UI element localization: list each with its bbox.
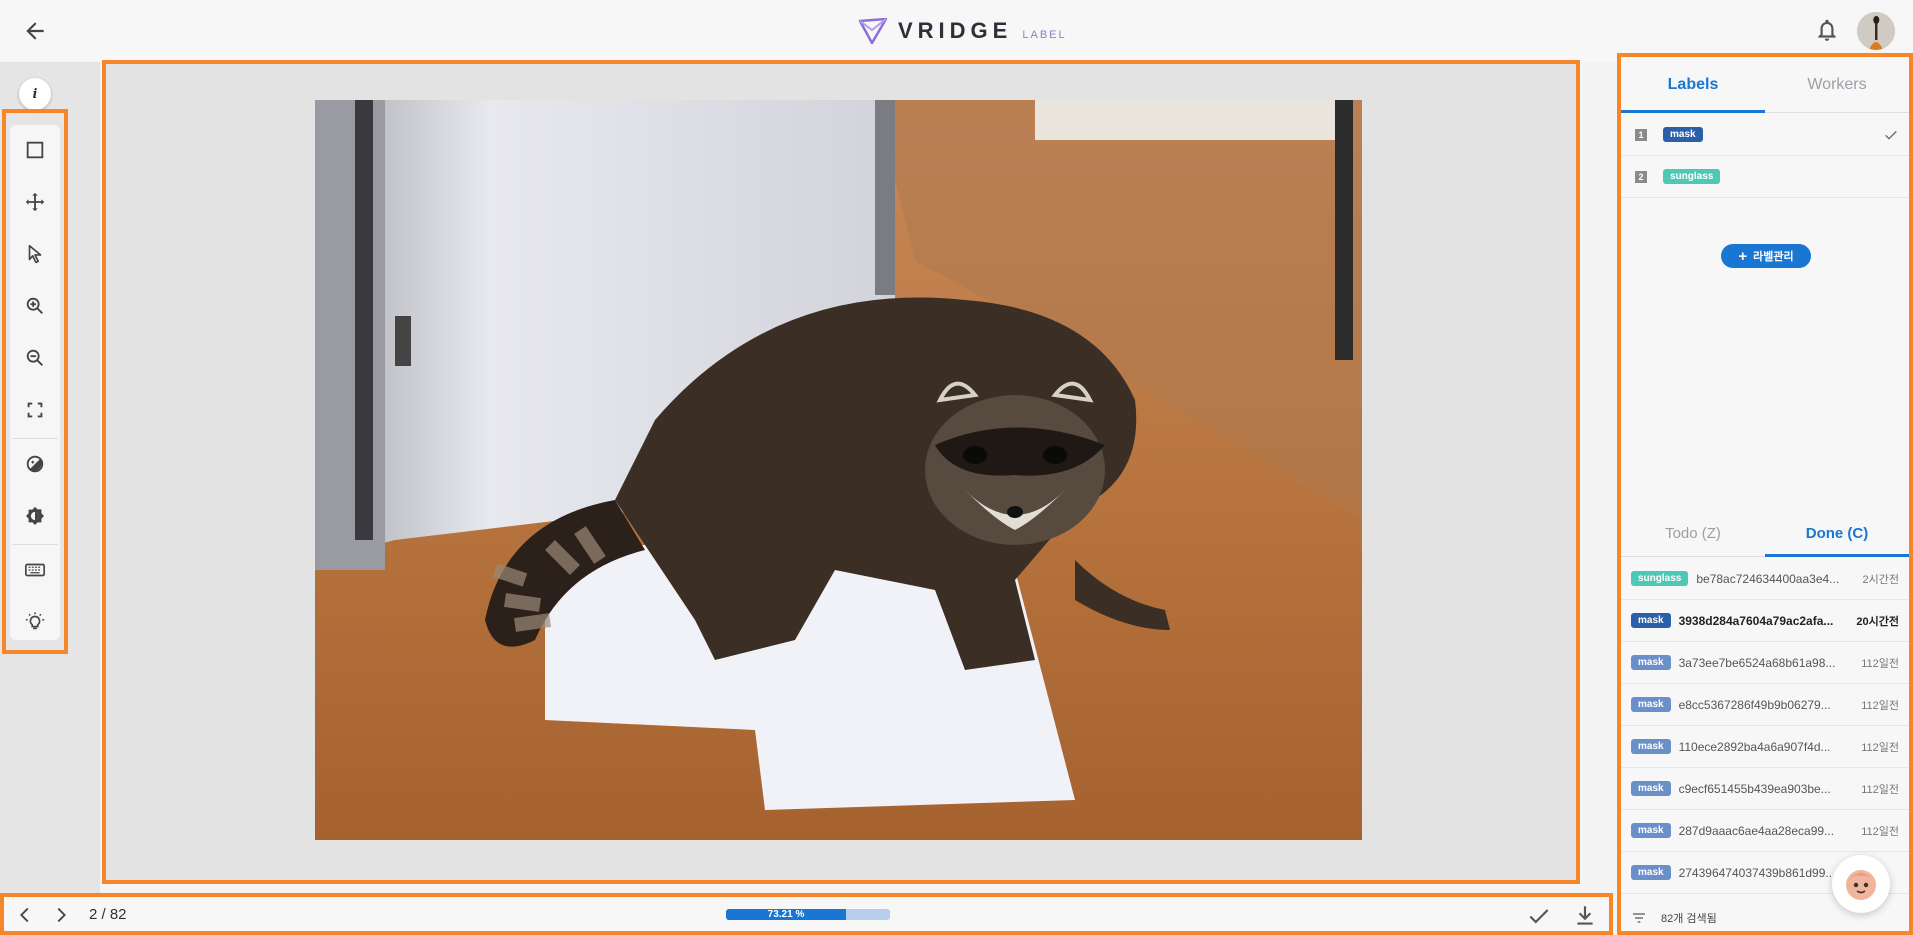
done-list: sunglass be78ac724634400aa3e4... 2시간전 ma… xyxy=(1621,558,1909,894)
avatar-image xyxy=(1857,12,1895,50)
item-time: 112일전 xyxy=(1861,783,1899,796)
chevron-right-icon xyxy=(57,907,66,923)
list-item[interactable]: sunglass be78ac724634400aa3e4... 2시간전 xyxy=(1621,558,1909,600)
list-item[interactable]: mask 3938d284a7604a79ac2afa... 20시간전 xyxy=(1621,600,1909,642)
right-panel: Labels Workers 1 mask 2 sunglass + 라벨관리 … xyxy=(1617,53,1913,935)
filter-icon[interactable] xyxy=(1631,910,1647,926)
contrast-icon xyxy=(26,455,44,473)
tab-todo[interactable]: Todo (Z) xyxy=(1621,511,1765,556)
vridge-logo-icon xyxy=(858,18,888,44)
app-logo: VRIDGE LABEL xyxy=(858,16,1067,46)
item-label-chip: mask xyxy=(1631,739,1671,754)
check-icon xyxy=(1529,909,1549,924)
chat-support-button[interactable] xyxy=(1832,855,1890,913)
list-item[interactable]: mask e8cc5367286f49b9b06279... 112일전 xyxy=(1621,684,1909,726)
zoom-in-tool[interactable] xyxy=(10,281,60,331)
tips-tool[interactable] xyxy=(10,597,60,647)
tool-palette-inner xyxy=(10,125,60,640)
list-item[interactable]: mask 287d9aaac6ae4aa28eca99... 112일전 xyxy=(1621,810,1909,852)
select-tool[interactable] xyxy=(10,229,60,279)
label-row-mask[interactable]: 1 mask xyxy=(1621,114,1909,156)
label-number: 1 xyxy=(1635,128,1647,141)
item-id: e8cc5367286f49b9b06279... xyxy=(1678,697,1831,712)
list-tabs: Todo (Z) Done (C) xyxy=(1621,511,1909,557)
zoom-out-icon xyxy=(26,349,43,366)
label-row-sunglass[interactable]: 2 sunglass xyxy=(1621,156,1909,198)
logo-text: VRIDGE xyxy=(898,18,1013,43)
item-id: c9ecf651455b439ea903be... xyxy=(1678,781,1831,796)
bottom-bar: 2 / 82 73.21 % xyxy=(0,893,1613,935)
arrow-left-icon xyxy=(26,22,44,40)
label-chip: mask xyxy=(1663,127,1703,142)
prev-image-button[interactable] xyxy=(14,904,36,926)
next-image-button[interactable] xyxy=(50,904,72,926)
move-icon xyxy=(25,192,45,212)
fullscreen-icon xyxy=(27,402,43,418)
manage-labels-text: 라벨관리 xyxy=(1753,251,1794,263)
move-tool[interactable] xyxy=(10,177,60,227)
item-time: 112일전 xyxy=(1861,741,1899,754)
item-label-chip: mask xyxy=(1631,781,1671,796)
bell-icon xyxy=(1818,19,1836,41)
download-button[interactable] xyxy=(1572,903,1598,929)
item-id: 287d9aaac6ae4aa28eca99... xyxy=(1678,823,1835,838)
notifications-button[interactable] xyxy=(1814,17,1840,43)
brightness-tool[interactable] xyxy=(10,491,60,541)
item-id: 3a73ee7be6524a68b61a98... xyxy=(1678,655,1836,670)
lightbulb-icon xyxy=(25,612,45,630)
label-chip: sunglass xyxy=(1663,169,1721,184)
list-item[interactable]: mask 110ece2892ba4a6a907f4d... 112일전 xyxy=(1621,726,1909,768)
plus-icon: + xyxy=(1738,247,1748,265)
item-time: 112일전 xyxy=(1861,657,1899,670)
panel-tabs: Labels Workers xyxy=(1621,57,1909,113)
brightness-icon xyxy=(26,506,44,525)
submit-button[interactable] xyxy=(1526,903,1552,929)
item-time: 20시간전 xyxy=(1856,615,1899,628)
back-button[interactable] xyxy=(22,18,48,44)
item-id: be78ac724634400aa3e4... xyxy=(1696,571,1840,586)
tab-labels[interactable]: Labels xyxy=(1621,57,1765,113)
item-id: 110ece2892ba4a6a907f4d... xyxy=(1678,739,1831,754)
annotation-image[interactable] xyxy=(315,100,1362,840)
page-indicator: 2 / 82 xyxy=(89,906,127,923)
cursor-icon xyxy=(28,244,42,264)
item-time: 112일전 xyxy=(1861,825,1899,838)
check-icon xyxy=(1885,130,1897,140)
logo-subtitle: LABEL xyxy=(1022,29,1067,41)
contrast-tool[interactable] xyxy=(10,439,60,489)
list-item[interactable]: mask c9ecf651455b439ea903be... 112일전 xyxy=(1621,768,1909,810)
manage-labels-button[interactable]: + 라벨관리 xyxy=(1721,244,1811,268)
zoom-out-tool[interactable] xyxy=(10,333,60,383)
tab-done[interactable]: Done (C) xyxy=(1765,511,1909,557)
list-item[interactable]: mask 3a73ee7be6524a68b61a98... 112일전 xyxy=(1621,642,1909,684)
label-number: 2 xyxy=(1635,170,1647,183)
keyboard-icon xyxy=(25,563,45,577)
item-label-chip: mask xyxy=(1631,655,1671,670)
item-label-chip: mask xyxy=(1631,865,1671,880)
item-time: 2시간전 xyxy=(1862,573,1899,586)
user-avatar[interactable] xyxy=(1857,12,1895,50)
tab-workers[interactable]: Workers xyxy=(1765,57,1909,112)
fit-screen-tool[interactable] xyxy=(10,385,60,435)
tool-palette xyxy=(2,109,68,654)
item-label-chip: mask xyxy=(1631,823,1671,838)
progress-text: 73.21 % xyxy=(767,909,805,920)
progress-bar: 73.21 % xyxy=(726,909,890,920)
download-icon xyxy=(1577,906,1593,925)
keyboard-shortcuts[interactable] xyxy=(10,545,60,595)
raccoon-photo xyxy=(315,100,1362,840)
zoom-in-icon xyxy=(26,297,43,314)
item-label-chip: mask xyxy=(1631,697,1671,712)
item-label-chip: sunglass xyxy=(1631,571,1689,586)
chat-mascot-icon xyxy=(1846,870,1876,900)
result-count: 82개 검색됨 xyxy=(1661,913,1717,925)
chevron-left-icon xyxy=(20,907,29,923)
item-label-chip: mask xyxy=(1631,613,1671,628)
item-id: 3938d284a7604a79ac2afa... xyxy=(1678,613,1834,628)
item-time: 112일전 xyxy=(1861,699,1899,712)
square-icon xyxy=(26,141,44,159)
info-button[interactable]: i xyxy=(19,78,51,110)
box-tool[interactable] xyxy=(10,125,60,175)
